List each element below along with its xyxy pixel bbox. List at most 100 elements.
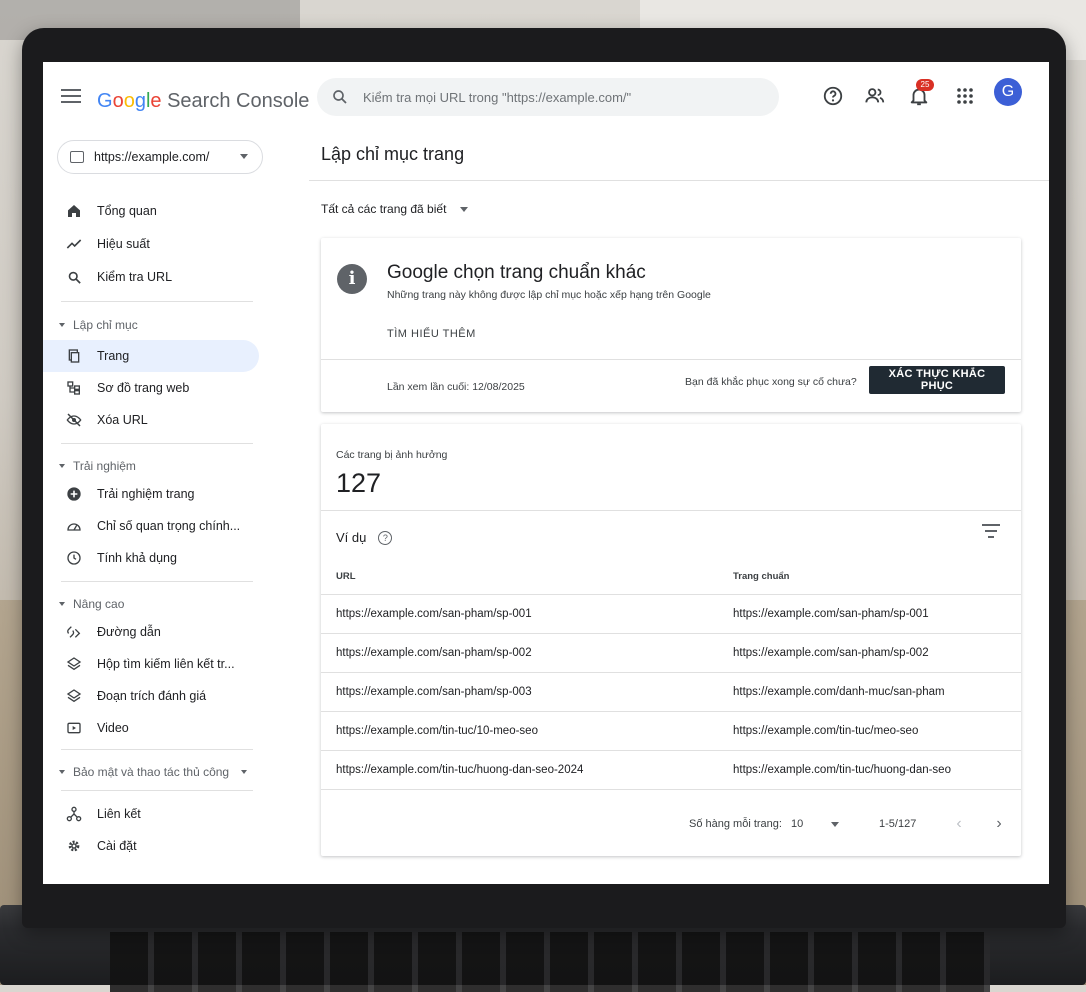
top-bar: Google Search Console 25 G (43, 62, 1049, 132)
property-selector[interactable]: https://example.com/ (57, 140, 263, 174)
sidebar-item-breadcrumbs[interactable]: Đường dẫn (43, 616, 259, 648)
examples-header: Ví dụ ? (336, 530, 393, 545)
sidebar-item-url-inspection[interactable]: Kiểm tra URL (43, 261, 259, 293)
search-input[interactable] (361, 88, 765, 106)
section-title: Lập chỉ mục (73, 318, 138, 332)
search-icon (65, 268, 83, 286)
next-page-icon[interactable]: › (989, 814, 1009, 834)
learn-more-link[interactable]: TÌM HIỂU THÊM (387, 328, 476, 340)
page-filter-dropdown[interactable]: Tất cả các trang đã biết (321, 202, 469, 216)
section-security[interactable]: Bảo mật và thao tác thủ công (59, 765, 248, 779)
sidebar-item-sitelinks-searchbox[interactable]: Hộp tìm kiếm liên kết tr... (43, 648, 259, 680)
url-cell: https://example.com/san-pham/sp-003 (321, 672, 718, 712)
layers-icon (65, 687, 83, 705)
examples-table: URL Trang chuẩn https://example.com/san-… (321, 558, 1021, 790)
add-circle-icon (65, 485, 83, 503)
canonical-cell: https://example.com/san-pham/sp-001 (718, 594, 1021, 634)
sidebar: https://example.com/ Tổng quan Hiệu suất… (43, 132, 273, 884)
sidebar-item-sitemaps[interactable]: Sơ đồ trang web (43, 372, 259, 404)
links-icon (65, 805, 83, 823)
sidebar-item-review-snippets[interactable]: Đoạn trích đánh giá (43, 680, 259, 712)
canonical-cell: https://example.com/tin-tuc/huong-dan-se… (718, 750, 1021, 790)
users-icon[interactable] (863, 84, 887, 108)
speed-icon (65, 517, 83, 535)
url-inspect-search[interactable] (317, 78, 779, 116)
apps-grid-icon[interactable] (953, 84, 977, 108)
sidebar-item-label: Liên kết (97, 807, 141, 821)
settings-icon (65, 837, 83, 855)
sidebar-item-settings[interactable]: Cài đặt (43, 830, 259, 862)
table-row[interactable]: https://example.com/tin-tuc/10-meo-seo h… (321, 711, 1021, 751)
clock-icon (65, 549, 83, 567)
chevron-down-icon (241, 770, 248, 774)
chevron-down-icon (460, 206, 469, 212)
sidebar-divider (61, 443, 253, 444)
url-cell: https://example.com/san-pham/sp-001 (321, 594, 718, 634)
sidebar-divider (61, 301, 253, 302)
sidebar-item-pages[interactable]: Trang (43, 340, 259, 372)
table-row[interactable]: https://example.com/tin-tuc/huong-dan-se… (321, 750, 1021, 790)
rows-per-page-label: Số hàng mỗi trang: (689, 818, 782, 830)
table-header-row: URL Trang chuẩn (321, 558, 1021, 595)
sidebar-item-page-experience[interactable]: Trải nghiệm trang (43, 478, 259, 510)
card-divider (321, 359, 1021, 360)
layers-icon (65, 655, 83, 673)
sidebar-item-label: Đường dẫn (97, 625, 161, 639)
issue-card: i Google chọn trang chuẩn khác Những tra… (321, 238, 1021, 412)
canonical-cell: https://example.com/san-pham/sp-002 (718, 633, 1021, 673)
logo-letter: G (97, 90, 113, 112)
sidebar-item-label: Hộp tìm kiếm liên kết tr... (97, 657, 235, 671)
table-row[interactable]: https://example.com/san-pham/sp-002 http… (321, 633, 1021, 673)
sidebar-item-core-web-vitals[interactable]: Chỉ số quan trọng chính... (43, 510, 259, 542)
sidebar-item-label: Xóa URL (97, 413, 148, 427)
previous-page-icon[interactable]: ‹ (949, 814, 969, 834)
help-icon[interactable]: ? (378, 530, 393, 545)
sidebar-item-label: Hiệu suất (97, 237, 150, 251)
sidebar-item-label: Tính khả dụng (97, 551, 177, 565)
search-console-logo[interactable]: Google Search Console (97, 90, 309, 113)
sidebar-item-links[interactable]: Liên kết (43, 798, 259, 830)
sidebar-item-video[interactable]: Video (43, 712, 259, 744)
section-experience[interactable]: Trải nghiệm (59, 459, 136, 473)
section-title: Bảo mật và thao tác thủ công (73, 765, 230, 779)
url-cell: https://example.com/tin-tuc/10-meo-seo (321, 711, 718, 751)
sidebar-item-performance[interactable]: Hiệu suất (43, 228, 259, 260)
title-divider (309, 180, 1049, 181)
affected-pages-label: Các trang bị ảnh hưởng (336, 449, 448, 461)
chevron-down-icon (59, 323, 65, 327)
help-icon[interactable] (821, 84, 845, 108)
table-row[interactable]: https://example.com/san-pham/sp-001 http… (321, 594, 1021, 634)
logo-letter: g (134, 90, 146, 112)
last-crawled-text: Lần xem lần cuối: 12/08/2025 (387, 381, 525, 393)
sidebar-divider (61, 790, 253, 791)
sidebar-item-overview[interactable]: Tổng quan (43, 195, 259, 227)
notification-badge: 25 (916, 79, 934, 91)
section-title: Trải nghiệm (73, 459, 136, 473)
logo-letter: e (150, 90, 162, 112)
search-icon (333, 90, 347, 104)
page-title: Lập chỉ mục trang (321, 144, 465, 164)
sidebar-divider (61, 749, 253, 750)
filter-icon[interactable] (981, 524, 1001, 540)
chevron-down-icon (831, 822, 839, 827)
sidebar-item-label: Sơ đồ trang web (97, 381, 190, 395)
validate-fix-button[interactable]: XÁC THỰC KHẮC PHỤC (869, 366, 1005, 394)
menu-icon[interactable] (59, 86, 83, 106)
laptop-keyboard (110, 932, 990, 992)
chevron-down-icon (59, 770, 65, 774)
section-indexing[interactable]: Lập chỉ mục (59, 318, 138, 332)
sidebar-item-label: Tổng quan (97, 204, 157, 218)
sidebar-item-usability[interactable]: Tính khả dụng (43, 542, 259, 574)
avatar[interactable]: G (994, 78, 1022, 106)
sidebar-item-removals[interactable]: Xóa URL (43, 404, 259, 436)
sidebar-item-label: Trang (97, 349, 130, 363)
column-header-url[interactable]: URL (321, 558, 718, 595)
column-header-canonical[interactable]: Trang chuẩn (718, 558, 1021, 595)
table-row[interactable]: https://example.com/san-pham/sp-003 http… (321, 672, 1021, 712)
laptop-screen: Google Search Console 25 G https://examp… (43, 62, 1049, 884)
issue-title: Google chọn trang chuẩn khác (387, 262, 646, 283)
section-enhancements[interactable]: Nâng cao (59, 597, 124, 611)
canonical-cell: https://example.com/tin-tuc/meo-seo (718, 711, 1021, 751)
rows-per-page-select[interactable]: 10 (791, 814, 845, 834)
property-label: https://example.com/ (94, 150, 210, 164)
